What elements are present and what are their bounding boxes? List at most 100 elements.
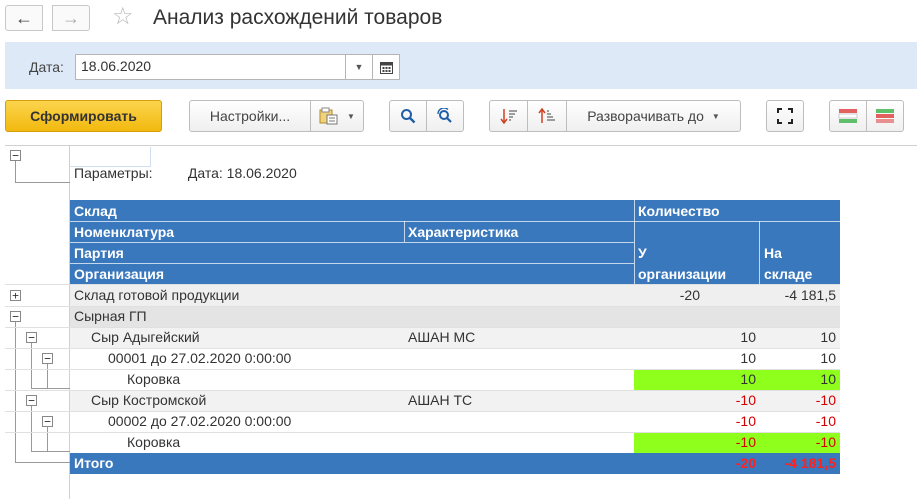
generate-button[interactable]: Сформировать: [5, 100, 162, 132]
total-row[interactable]: Итого -20 -4 181,5: [70, 453, 840, 474]
row-org-qty: -10: [735, 392, 756, 408]
header-divider: [70, 263, 634, 264]
row-name: 00001 до 27.02.2020 0:00:00: [108, 350, 292, 366]
row-name: Сыр Костромской: [91, 392, 207, 408]
sort-descending-icon: [499, 109, 517, 125]
color-bars-green-icon: [876, 109, 894, 123]
collapse-toggle[interactable]: −: [42, 353, 53, 364]
report-variant-icon: [319, 107, 338, 125]
back-button[interactable]: ←: [5, 5, 43, 31]
collapse-toggle[interactable]: −: [42, 416, 53, 427]
calendar-button[interactable]: [373, 54, 400, 80]
row-org-qty: 10: [740, 329, 756, 345]
header-divider: [759, 221, 760, 284]
header-batch: Партия: [74, 245, 124, 261]
collapse-toggle[interactable]: −: [26, 395, 37, 406]
table-row[interactable]: Коровка -10 -10: [70, 432, 840, 453]
match-highlight: [634, 369, 840, 390]
table-row[interactable]: 00002 до 27.02.2020 0:00:00 -10 -10: [70, 411, 840, 432]
table-row[interactable]: Сыр Костромской АШАН ТС -10 -10: [70, 390, 840, 411]
tree-line: [15, 182, 70, 183]
find-next-button[interactable]: [426, 100, 464, 132]
collapse-toggle[interactable]: −: [10, 311, 21, 322]
row-name: Сыр Адыгейский: [91, 329, 200, 345]
row-characteristic: АШАН ТС: [408, 392, 473, 408]
header-divider: [70, 242, 634, 243]
triangle-down-icon: ▼: [354, 62, 364, 72]
table-row[interactable]: Сырная ГП: [70, 306, 840, 327]
row-stock-qty: 10: [820, 329, 836, 345]
header-nomenclature: Номенклатура: [74, 224, 175, 240]
calendar-icon: [379, 61, 393, 74]
arrow-right-icon: →: [62, 7, 80, 28]
table-row[interactable]: 00001 до 27.02.2020 0:00:00 10 10: [70, 348, 840, 369]
row-org-qty: -10: [735, 434, 756, 450]
collapse-toggle[interactable]: −: [26, 332, 37, 343]
header-divider: [634, 200, 635, 284]
page-title: Анализ расхождений товаров: [153, 6, 443, 29]
forward-button[interactable]: →: [52, 5, 90, 31]
sort-ascending-button[interactable]: [527, 100, 567, 132]
row-stock-qty: 10: [820, 350, 836, 366]
table-row[interactable]: Коровка 10 10: [70, 369, 840, 390]
color-scheme-red-button[interactable]: [829, 100, 867, 132]
variant-button[interactable]: ▼: [310, 100, 364, 132]
row-org-qty: -10: [735, 413, 756, 429]
expand-toggle[interactable]: +: [10, 290, 21, 301]
tree-line: [47, 364, 48, 388]
color-bars-red-icon: [838, 109, 858, 123]
fullscreen-button[interactable]: [766, 100, 804, 132]
date-input[interactable]: 18.06.2020: [75, 54, 346, 80]
chevron-down-icon: ▼: [711, 111, 720, 121]
tree-line: [15, 462, 70, 463]
report-top-border: [5, 145, 917, 146]
arrow-left-icon: ←: [15, 7, 33, 28]
tree-line: [47, 427, 48, 451]
tree-line: [15, 161, 16, 182]
table-row[interactable]: Сыр Адыгейский АШАН МС 10 10: [70, 327, 840, 348]
total-stock-qty: -4 181,5: [784, 455, 836, 471]
header-warehouse: Склад: [74, 203, 117, 219]
search-next-icon: [437, 108, 452, 123]
tree-line: [31, 406, 32, 451]
tree-line: [31, 343, 32, 388]
sort-descending-button[interactable]: [489, 100, 528, 132]
expand-to-dropdown[interactable]: Разворачивать до ▼: [566, 100, 741, 132]
collapse-toggle-header[interactable]: −: [10, 150, 21, 161]
header-organization: Организация: [74, 266, 165, 282]
chevron-down-icon: ▼: [347, 111, 355, 121]
row-name: 00002 до 27.02.2020 0:00:00: [108, 413, 292, 429]
tree-line: [31, 388, 70, 389]
selected-cell[interactable]: [69, 147, 151, 167]
table-row[interactable]: Склад готовой продукции -20 -4 181,5: [70, 285, 840, 306]
parameters-line: Параметры: Дата: 18.06.2020: [74, 165, 297, 181]
settings-button[interactable]: Настройки...: [189, 100, 311, 132]
row-separator: [5, 327, 840, 328]
parameters-label: Параметры:: [74, 165, 153, 181]
header-characteristic: Характеристика: [408, 224, 519, 240]
total-org-qty: -20: [735, 455, 756, 471]
row-org-qty: 10: [740, 350, 756, 366]
header-at-org-line2: организации: [638, 266, 727, 282]
tree-line: [31, 451, 70, 452]
row-org-qty: 10: [740, 371, 756, 387]
row-stock-qty: -10: [815, 434, 836, 450]
row-separator: [5, 432, 840, 433]
parameters-value: Дата: 18.06.2020: [187, 165, 297, 181]
fullscreen-icon: [777, 108, 793, 124]
row-characteristic: АШАН МС: [408, 329, 476, 345]
header-quantity: Количество: [638, 203, 720, 219]
total-label: Итого: [74, 455, 114, 471]
search-button[interactable]: [389, 100, 427, 132]
row-stock-qty: 10: [820, 371, 836, 387]
date-label: Дата:: [29, 59, 64, 75]
favorite-star-icon[interactable]: ☆: [112, 3, 134, 31]
tree-line: [15, 322, 16, 462]
row-name: Склад готовой продукции: [74, 287, 240, 303]
header-divider: [70, 221, 840, 222]
row-stock-qty: -10: [815, 413, 836, 429]
date-dropdown-button[interactable]: ▼: [346, 54, 373, 80]
sort-ascending-icon: [538, 107, 555, 123]
row-separator: [5, 411, 840, 412]
color-scheme-green-button[interactable]: [866, 100, 904, 132]
